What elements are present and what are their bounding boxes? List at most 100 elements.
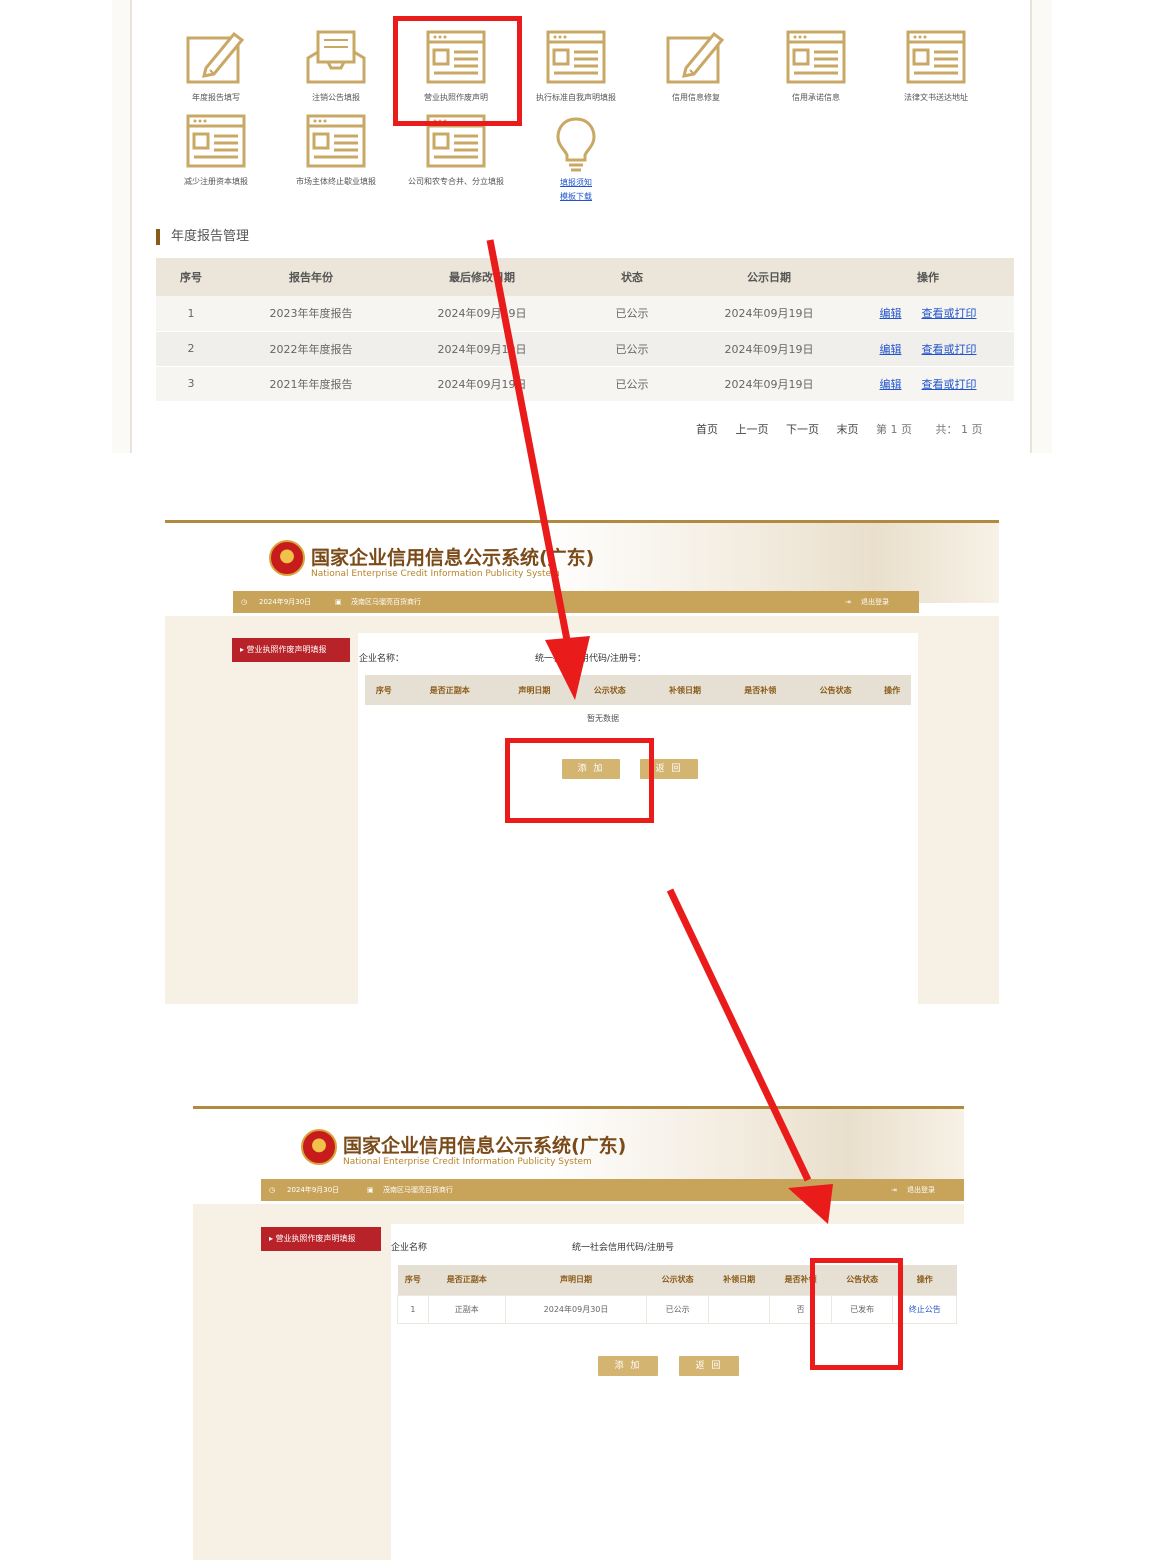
col-0: 序号 (365, 675, 403, 705)
tile-4[interactable]: 执行标准自我声明填报 (516, 28, 636, 108)
tile-guide: 填报须知 模板下载 (516, 116, 636, 201)
cell-op: 编辑 查看或打印 (842, 366, 1014, 402)
col-0: 序号 (397, 1265, 429, 1295)
add-button[interactable]: 添 加 (598, 1356, 658, 1376)
cell-status: 已公示 (568, 296, 696, 332)
cell-date: 2024年09月19日 (696, 296, 842, 332)
sidebar-item-declaration[interactable]: ▸ 营业执照作废声明填报 (261, 1227, 381, 1251)
company-name-label: 企业名称： (359, 654, 405, 664)
inbox-icon (276, 28, 396, 86)
highlight-box-status (810, 1258, 903, 1370)
form-icon (516, 28, 636, 86)
terminate-notice-link[interactable]: 终止公告 (909, 1305, 941, 1314)
view-print-link[interactable]: 查看或打印 (922, 378, 977, 391)
back-button[interactable]: 返 回 (679, 1356, 739, 1376)
col-2: 声明日期 (505, 1265, 647, 1295)
tile-2[interactable]: 注销公告填报 (276, 28, 396, 108)
col-4: 补领日期 (708, 1265, 770, 1295)
cell-reissue-date (707, 1294, 771, 1324)
col-year: 报告年份 (226, 258, 396, 296)
system-name: 国家企业信用信息公示系统(广东) (311, 547, 595, 569)
form-icon (276, 112, 396, 170)
form-icon (876, 28, 996, 86)
tile-9[interactable]: 市场主体终止歇业填报 (276, 112, 396, 192)
tile-label: 信用信息修复 (672, 93, 720, 102)
clock-icon: ◷ (269, 1186, 276, 1194)
cell-year: 2022年年度报告 (226, 331, 396, 367)
col-4: 补领日期 (647, 675, 723, 705)
tile-label: 减少注册资本填报 (184, 177, 248, 186)
tile-6[interactable]: 信用承诺信息 (756, 28, 876, 108)
table-row: 2 2022年年度报告 2024年09月19日 已公示 2024年09月19日 编辑 查看或… (156, 331, 1014, 367)
company-name-label: 企业名称 (391, 1243, 428, 1253)
table-row: 1 2023年年度报告 2024年09月19日 已公示 2024年09月19日 编辑 查看或… (156, 296, 1014, 332)
tile-1[interactable]: 年度报告填写 (156, 28, 276, 108)
sidebar-item-declaration[interactable]: ▸ 营业执照作废声明填报 (232, 638, 350, 662)
cell-no: 1 (397, 1294, 429, 1324)
store-icon: ▣ (335, 598, 342, 606)
section-title: 年度报告管理 (156, 229, 249, 245)
form-icon (756, 28, 876, 86)
view-print-link[interactable]: 查看或打印 (922, 307, 977, 320)
lightbulb-icon (556, 117, 596, 172)
cell-modified: 2024年09月19日 (396, 296, 568, 332)
current-date: 2024年9月30日 (259, 598, 312, 606)
template-download-link[interactable]: 模板下载 (516, 191, 636, 202)
table-header: 序号 是否正副本 声明日期 公示状态 补领日期 是否补领 公告状态 操作 (365, 675, 911, 705)
tile-label: 市场主体终止歇业填报 (296, 177, 376, 186)
next-page-link[interactable]: 下一页 (786, 423, 819, 436)
prev-page-link[interactable]: 上一页 (736, 423, 769, 436)
cell-year: 2021年年度报告 (226, 366, 396, 402)
table-row: 3 2021年年度报告 2024年09月19日 已公示 2024年09月19日 编辑 查看或… (156, 366, 1014, 402)
col-op: 操作 (842, 258, 1014, 296)
pagination: 首页 上一页 下一页 末页 第 1 页 共： 1 页 (696, 421, 997, 437)
cell-pub-status: 已公示 (646, 1294, 709, 1324)
first-page-link[interactable]: 首页 (696, 423, 718, 436)
col-no: 序号 (156, 258, 226, 296)
tile-label: 法律文书送达地址 (904, 93, 968, 102)
cell-op: 编辑 查看或打印 (842, 331, 1014, 367)
table-header: 序号 报告年份 最后修改日期 状态 公示日期 操作 (156, 258, 1014, 296)
store-name: 茂南区马骝亮百货商行 (351, 598, 421, 606)
cell-modified: 2024年09月19日 (396, 331, 568, 367)
logout-link[interactable]: 退出登录 (907, 1179, 935, 1201)
cell-copy: 正副本 (427, 1294, 506, 1324)
tile-8[interactable]: 减少注册资本填报 (156, 112, 276, 192)
edit-icon (636, 28, 756, 86)
logout-icon[interactable]: ⇥ (845, 591, 851, 613)
col-1: 是否正副本 (402, 675, 497, 705)
edit-link[interactable]: 编辑 (880, 343, 902, 356)
edit-link[interactable]: 编辑 (880, 378, 902, 391)
edit-link[interactable]: 编辑 (880, 307, 902, 320)
annual-report-table: 序号 报告年份 最后修改日期 状态 公示日期 操作 1 2023年年度报告 2024… (156, 258, 1014, 402)
col-6: 公告状态 (797, 675, 874, 705)
cell-year: 2023年年度报告 (226, 296, 396, 332)
cell-no: 1 (156, 296, 226, 332)
tile-5[interactable]: 信用信息修复 (636, 28, 756, 108)
status-bar: ◷ 2024年9月30日 ▣ 茂南区马骝亮百货商行 ⇥ 退出登录 (261, 1179, 964, 1201)
system-name-en: National Enterprise Credit Information P… (343, 1157, 592, 1167)
col-3: 公示状态 (572, 675, 648, 705)
table-body: 1 2023年年度报告 2024年09月19日 已公示 2024年09月19日 编辑 查看或… (156, 296, 1014, 402)
col-1: 是否正副本 (428, 1265, 506, 1295)
logout-link[interactable]: 退出登录 (861, 591, 889, 613)
view-print-link[interactable]: 查看或打印 (922, 343, 977, 356)
highlight-box-add (505, 738, 654, 823)
cell-status: 已公示 (568, 366, 696, 402)
col-2: 声明日期 (496, 675, 573, 705)
col-status: 状态 (568, 258, 696, 296)
tile-7[interactable]: 法律文书送达地址 (876, 28, 996, 108)
cell-op: 编辑 查看或打印 (842, 296, 1014, 332)
tile-label: 公司和农专合并、分立填报 (408, 177, 504, 186)
last-page-link[interactable]: 末页 (837, 423, 859, 436)
credit-code-label: 统一社会信用代码/注册号： (535, 654, 647, 664)
credit-code-label: 统一社会信用代码/注册号 (572, 1243, 675, 1253)
guide-link[interactable]: 填报须知 (516, 177, 636, 188)
cell-no: 2 (156, 331, 226, 367)
logout-icon[interactable]: ⇥ (891, 1179, 897, 1201)
cell-no: 3 (156, 366, 226, 402)
declaration-table: 序号 是否正副本 声明日期 公示状态 补领日期 是否补领 公告状态 操作 (365, 675, 911, 705)
cell-date: 2024年09月19日 (696, 366, 842, 402)
tile-label: 执行标准自我声明填报 (536, 93, 616, 102)
clock-icon: ◷ (241, 598, 248, 606)
